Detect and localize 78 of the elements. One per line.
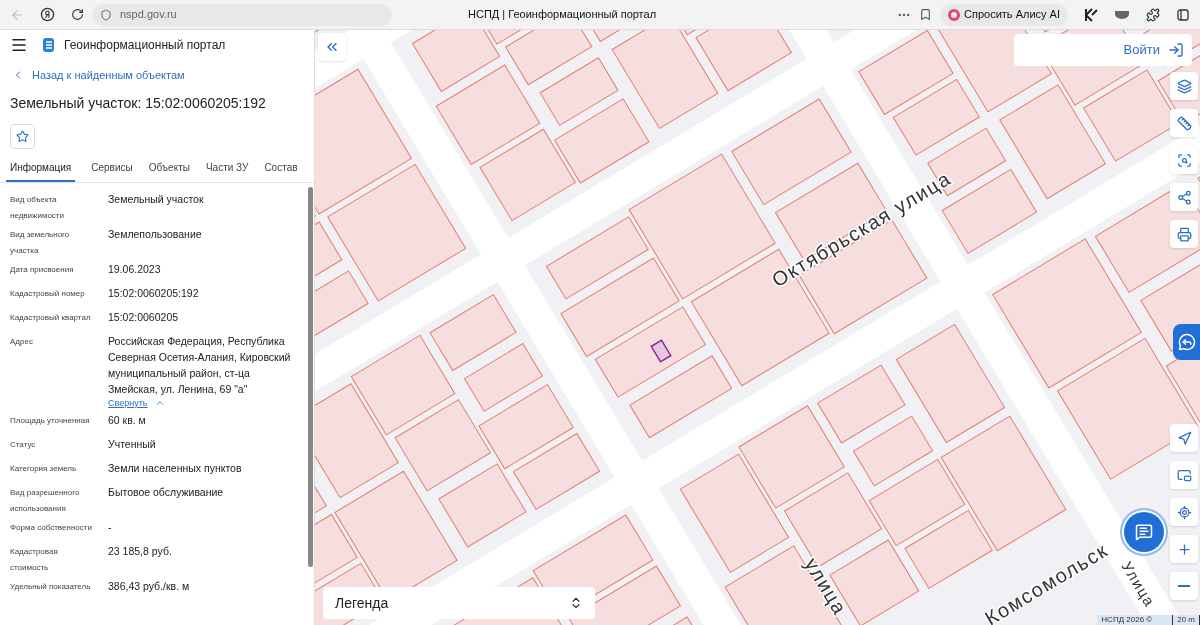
share-button[interactable] [1170, 183, 1198, 211]
assistant-button[interactable]: Спросить Алису AI [940, 3, 1068, 26]
property-value: Земли населенных пунктов [108, 461, 242, 476]
scan-search-icon [1176, 152, 1192, 168]
assistant-ring-icon [948, 8, 961, 21]
tab[interactable]: Сервисы [91, 159, 133, 182]
property-label: Адрес [10, 335, 34, 348]
property-label: Кадастровый квартал [10, 311, 92, 324]
property-value: Бытовое обслуживание [108, 485, 224, 500]
locate-icon [1176, 504, 1192, 520]
menu-icon[interactable] [10, 36, 28, 54]
bookmark-icon[interactable] [919, 8, 933, 21]
property-value: Земельный участок [108, 191, 204, 207]
feedback-icon [1177, 333, 1196, 351]
legend-dropdown[interactable]: Легенда [323, 587, 595, 619]
back-link[interactable]: Назад к найденным объектам [0, 67, 314, 84]
property-value: - [108, 520, 112, 535]
feedback-button[interactable] [1173, 324, 1200, 360]
layers-icon [1176, 78, 1192, 94]
reload-icon[interactable] [71, 8, 84, 21]
object-title: Земельный участок: 15:02:0060205:192 [9, 93, 267, 113]
scan-search-button[interactable] [1170, 146, 1198, 174]
printer-icon [1176, 226, 1192, 242]
puzzle-icon[interactable] [1146, 7, 1160, 22]
property-value: Российская Федерация, Республика Северная Осетия-Алания, Кировский муниципальный район, ст-ца Змейская, ул. Ленина, 69 "а" [108, 333, 292, 397]
property-value: Землепользование [108, 226, 202, 242]
login-button[interactable]: Войти [1014, 34, 1192, 66]
zoom-out-button[interactable] [1170, 572, 1198, 600]
navigation-arrow-button[interactable] [1170, 424, 1198, 452]
extension-icon[interactable] [1084, 7, 1098, 22]
printer-button[interactable] [1170, 220, 1198, 248]
tab[interactable]: Объекты [148, 159, 190, 182]
browser-logo-icon[interactable] [40, 7, 55, 22]
share-icon [1176, 189, 1192, 205]
navigation-arrow-icon [1176, 430, 1192, 446]
picture-in-picture-icon [1176, 467, 1192, 483]
favorite-button[interactable] [10, 123, 35, 149]
tab[interactable]: Части ЗУ [205, 159, 249, 182]
layers-button[interactable] [1170, 72, 1198, 100]
address-field[interactable]: nspd.gov.ru [92, 3, 392, 26]
property-label: Площадь уточненная [10, 415, 91, 427]
property-label: Вид объекта недвижимости [10, 193, 65, 222]
ruler-button[interactable] [1170, 109, 1198, 137]
portal-logo-icon [40, 37, 56, 53]
property-label: Статус [10, 439, 37, 451]
property-label: Вид земельного участка [10, 228, 71, 257]
property-label: Дата присвоения [10, 263, 75, 276]
property-label: Категория земель [10, 463, 78, 475]
star-icon [16, 129, 29, 143]
login-icon [1168, 42, 1184, 58]
property-value: 15:02:0060205:192 [108, 285, 199, 301]
zoom-in-icon [1176, 541, 1192, 557]
property-label: Кадастровый номер [10, 287, 86, 300]
property-value: 23 185,8 руб. [108, 544, 172, 559]
property-label: Форма собственности [10, 522, 92, 534]
chat-icon [1135, 523, 1153, 541]
property-value: 19.06.2023 [108, 261, 161, 277]
property-label: Удельный показатель [10, 581, 92, 593]
property-value: 386,43 руб./кв. м [108, 579, 190, 594]
shield-icon [100, 8, 112, 21]
property-value: 60 кв. м [108, 413, 146, 428]
collapse-link[interactable]: Свернуть [108, 396, 166, 410]
ruler-icon [1176, 115, 1192, 131]
tab[interactable]: Информация [6, 159, 76, 182]
property-value: Учтенный [108, 437, 156, 452]
locate-button[interactable] [1170, 498, 1198, 526]
property-label: Кадастровая стоимость [10, 546, 59, 574]
property-value: 15:02:0060205 [108, 309, 179, 325]
scale-bar: 20 m [1172, 614, 1200, 625]
collapse-panel-button[interactable] [318, 33, 346, 61]
picture-in-picture-button[interactable] [1170, 461, 1198, 489]
page-title: НСПД | Геоинформационный портал [468, 7, 657, 23]
extension-icon[interactable] [1176, 7, 1190, 22]
tab[interactable]: Состав [264, 159, 298, 182]
zoom-in-button[interactable] [1170, 535, 1198, 563]
portal-title: Геоинформационный портал [64, 37, 226, 54]
chat-button[interactable] [1124, 512, 1164, 552]
property-label: Вид разрешенного использования [10, 487, 81, 515]
